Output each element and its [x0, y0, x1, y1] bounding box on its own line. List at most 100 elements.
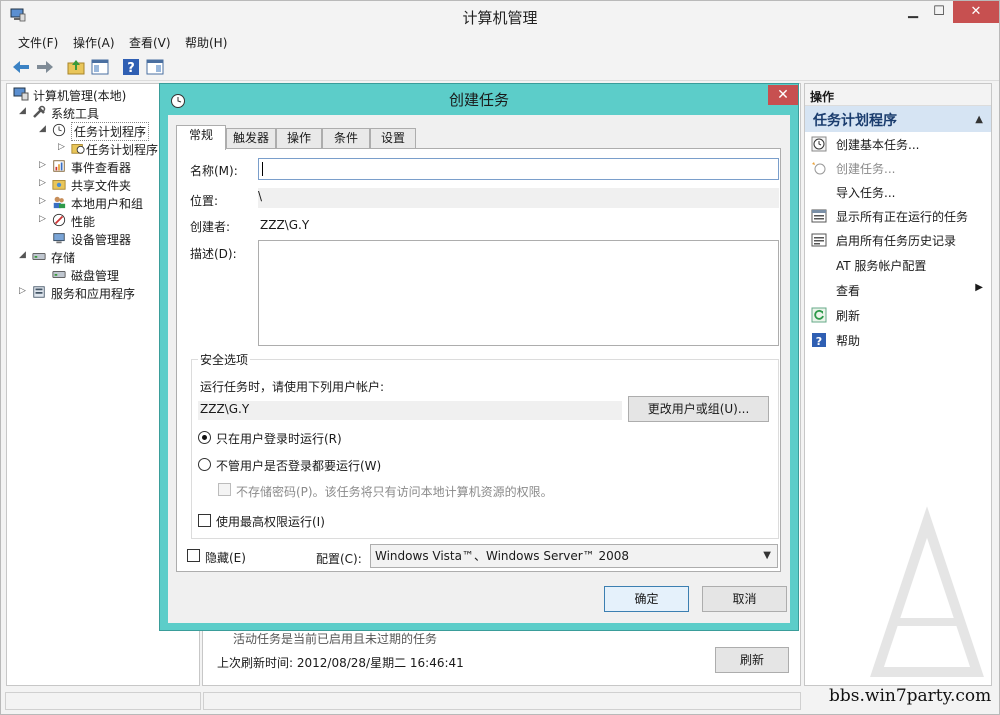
run-as-account-value: ZZZ\G.Y: [200, 402, 250, 416]
computer-management-window: 计算机管理 ▁ ☐ ✕ 文件(F) 操作(A) 查看(V) 帮助(H) ? 计算…: [0, 0, 1000, 715]
help-icon: ?: [812, 333, 826, 348]
ok-button[interactable]: 确定: [604, 586, 689, 612]
back-arrow-icon[interactable]: [11, 57, 31, 77]
menu-help[interactable]: 帮助(H): [185, 34, 227, 51]
action-import-task[interactable]: 导入任务...: [805, 180, 991, 204]
users-icon: [53, 196, 66, 209]
refresh-icon: [811, 307, 827, 323]
hidden-label[interactable]: 隐藏(E): [205, 549, 246, 566]
collapse-triangle-icon[interactable]: ▲: [975, 114, 983, 125]
active-tasks-description: 活动任务是当前已启用且未过期的任务: [233, 632, 438, 646]
action-refresh[interactable]: 刷新: [805, 303, 991, 327]
maximize-button[interactable]: ☐: [927, 1, 951, 23]
run-as-prompt: 运行任务时，请使用下列用户帐户:: [200, 380, 385, 394]
collapse-arrow-icon[interactable]: ◢: [39, 124, 46, 134]
configure-select[interactable]: Windows Vista™、Windows Server™ 2008 ▼: [370, 544, 778, 568]
author-label: 创建者:: [190, 220, 231, 234]
menu-action[interactable]: 操作(A): [73, 34, 115, 51]
highest-privileges-label[interactable]: 使用最高权限运行(I): [216, 513, 325, 530]
clock-icon: [811, 136, 827, 152]
tab-triggers[interactable]: 触发器: [226, 128, 276, 149]
last-refresh-time: 上次刷新时间: 2012/08/28/星期二 16:46:41: [217, 656, 464, 670]
action-create-basic-task[interactable]: 创建基本任务...: [805, 132, 991, 156]
clock-icon: [52, 123, 66, 137]
dialog-body: 常规 触发器 操作 条件 设置 名称(M): 位置: \ 创建者: ZZZ\G.…: [168, 115, 790, 623]
run-as-account-field: ZZZ\G.Y: [198, 401, 622, 420]
shared-folder-icon: [52, 180, 66, 190]
help-icon[interactable]: ?: [121, 57, 141, 77]
folder-clock-icon: [71, 144, 85, 154]
dialog-close-button[interactable]: ✕: [768, 85, 798, 105]
minimize-button[interactable]: ▁: [899, 1, 927, 23]
checkbox-no-store-password[interactable]: [218, 483, 231, 496]
expand-arrow-icon[interactable]: ▷: [39, 178, 46, 188]
action-show-running-tasks[interactable]: 显示所有正在运行的任务: [805, 204, 991, 228]
performance-icon: [52, 213, 66, 227]
actions-section-task-scheduler[interactable]: 任务计划程序 ▲: [805, 106, 991, 132]
dialog-title: 创建任务: [448, 91, 509, 109]
window-title: 计算机管理: [462, 9, 538, 27]
cancel-button[interactable]: 取消: [702, 586, 787, 612]
clock-star-icon: [812, 162, 826, 175]
security-options-group: 安全选项 运行任务时，请使用下列用户帐户: ZZZ\G.Y 更改用户或组(U).…: [191, 351, 779, 539]
tab-conditions[interactable]: 条件: [322, 128, 370, 149]
svg-text:?: ?: [127, 61, 135, 76]
expand-arrow-icon[interactable]: ▷: [58, 142, 65, 152]
menu-bar: 文件(F) 操作(A) 查看(V) 帮助(H): [1, 31, 999, 53]
collapse-arrow-icon[interactable]: ◢: [19, 250, 26, 260]
general-tab-panel: 名称(M): 位置: \ 创建者: ZZZ\G.Y 描述(D): 安全选项 运行…: [176, 148, 781, 572]
tab-settings[interactable]: 设置: [370, 128, 416, 149]
device-manager-icon: [53, 233, 65, 244]
menu-file[interactable]: 文件(F): [18, 34, 58, 51]
collapse-arrow-icon[interactable]: ◢: [19, 106, 26, 116]
checkbox-hidden[interactable]: [187, 549, 200, 562]
expand-arrow-icon[interactable]: ▷: [39, 196, 46, 206]
menu-view[interactable]: 查看(V): [129, 34, 171, 51]
disk-management-icon: [52, 270, 66, 278]
security-options-title: 安全选项: [198, 351, 251, 368]
watermark-text: bbs.win7party.com: [829, 686, 992, 706]
up-folder-icon[interactable]: [66, 57, 86, 77]
radio-run-when-logged-on[interactable]: [198, 431, 211, 444]
watermark-logo-icon: [870, 506, 984, 677]
change-user-button[interactable]: 更改用户或组(U)...: [628, 396, 769, 422]
radio-run-when-logged-on-label[interactable]: 只在用户登录时运行(R): [216, 430, 342, 447]
location-field: \: [258, 188, 779, 208]
running-tasks-icon: [811, 209, 827, 223]
radio-run-always-label[interactable]: 不管用户是否登录都要运行(W): [216, 457, 381, 474]
text-caret: [262, 162, 263, 176]
actions-header: 操作: [805, 84, 991, 106]
tab-general[interactable]: 常规: [176, 125, 226, 150]
tab-actions[interactable]: 操作: [276, 128, 322, 149]
show-hide-console-tree-icon[interactable]: [90, 57, 110, 77]
expand-arrow-icon[interactable]: ▷: [39, 214, 46, 224]
action-at-service-account[interactable]: AT 服务帐户配置: [805, 253, 991, 277]
actions-pane: 操作 任务计划程序 ▲ 创建基本任务... 创建任务... 导入任务... 显示…: [804, 83, 992, 686]
title-bar: 计算机管理 ▁ ☐ ✕: [1, 1, 999, 31]
services-icon: [33, 286, 45, 298]
name-input[interactable]: [258, 158, 779, 180]
create-task-dialog: 创建任务 ✕ 常规 触发器 操作 条件 设置 名称(M): 位置: \ 创建者:…: [159, 83, 799, 631]
refresh-button[interactable]: 刷新: [715, 647, 789, 673]
expand-arrow-icon[interactable]: ▷: [19, 286, 26, 296]
location-label: 位置:: [190, 194, 219, 208]
close-button[interactable]: ✕: [953, 1, 999, 23]
name-label: 名称(M):: [190, 164, 238, 178]
svg-text:?: ?: [816, 335, 822, 348]
radio-run-always[interactable]: [198, 458, 211, 471]
show-hide-action-pane-icon[interactable]: [145, 57, 165, 77]
event-viewer-icon: [53, 160, 65, 172]
action-help[interactable]: ? 帮助: [805, 328, 991, 352]
action-enable-history[interactable]: 启用所有任务历史记录: [805, 228, 991, 252]
action-create-task[interactable]: 创建任务...: [805, 156, 991, 180]
description-label: 描述(D):: [190, 247, 237, 261]
action-view[interactable]: 查看 ▶: [805, 278, 991, 302]
description-textarea[interactable]: [258, 240, 779, 346]
forward-arrow-icon[interactable]: [35, 57, 55, 77]
history-icon: [811, 233, 827, 247]
checkbox-highest-privileges[interactable]: [198, 514, 211, 527]
chevron-down-icon: ▼: [763, 550, 771, 561]
no-store-password-label: 不存储密码(P)。该任务将只有访问本地计算机资源的权限。: [236, 485, 553, 499]
toolbar: ?: [1, 53, 999, 81]
expand-arrow-icon[interactable]: ▷: [39, 160, 46, 170]
